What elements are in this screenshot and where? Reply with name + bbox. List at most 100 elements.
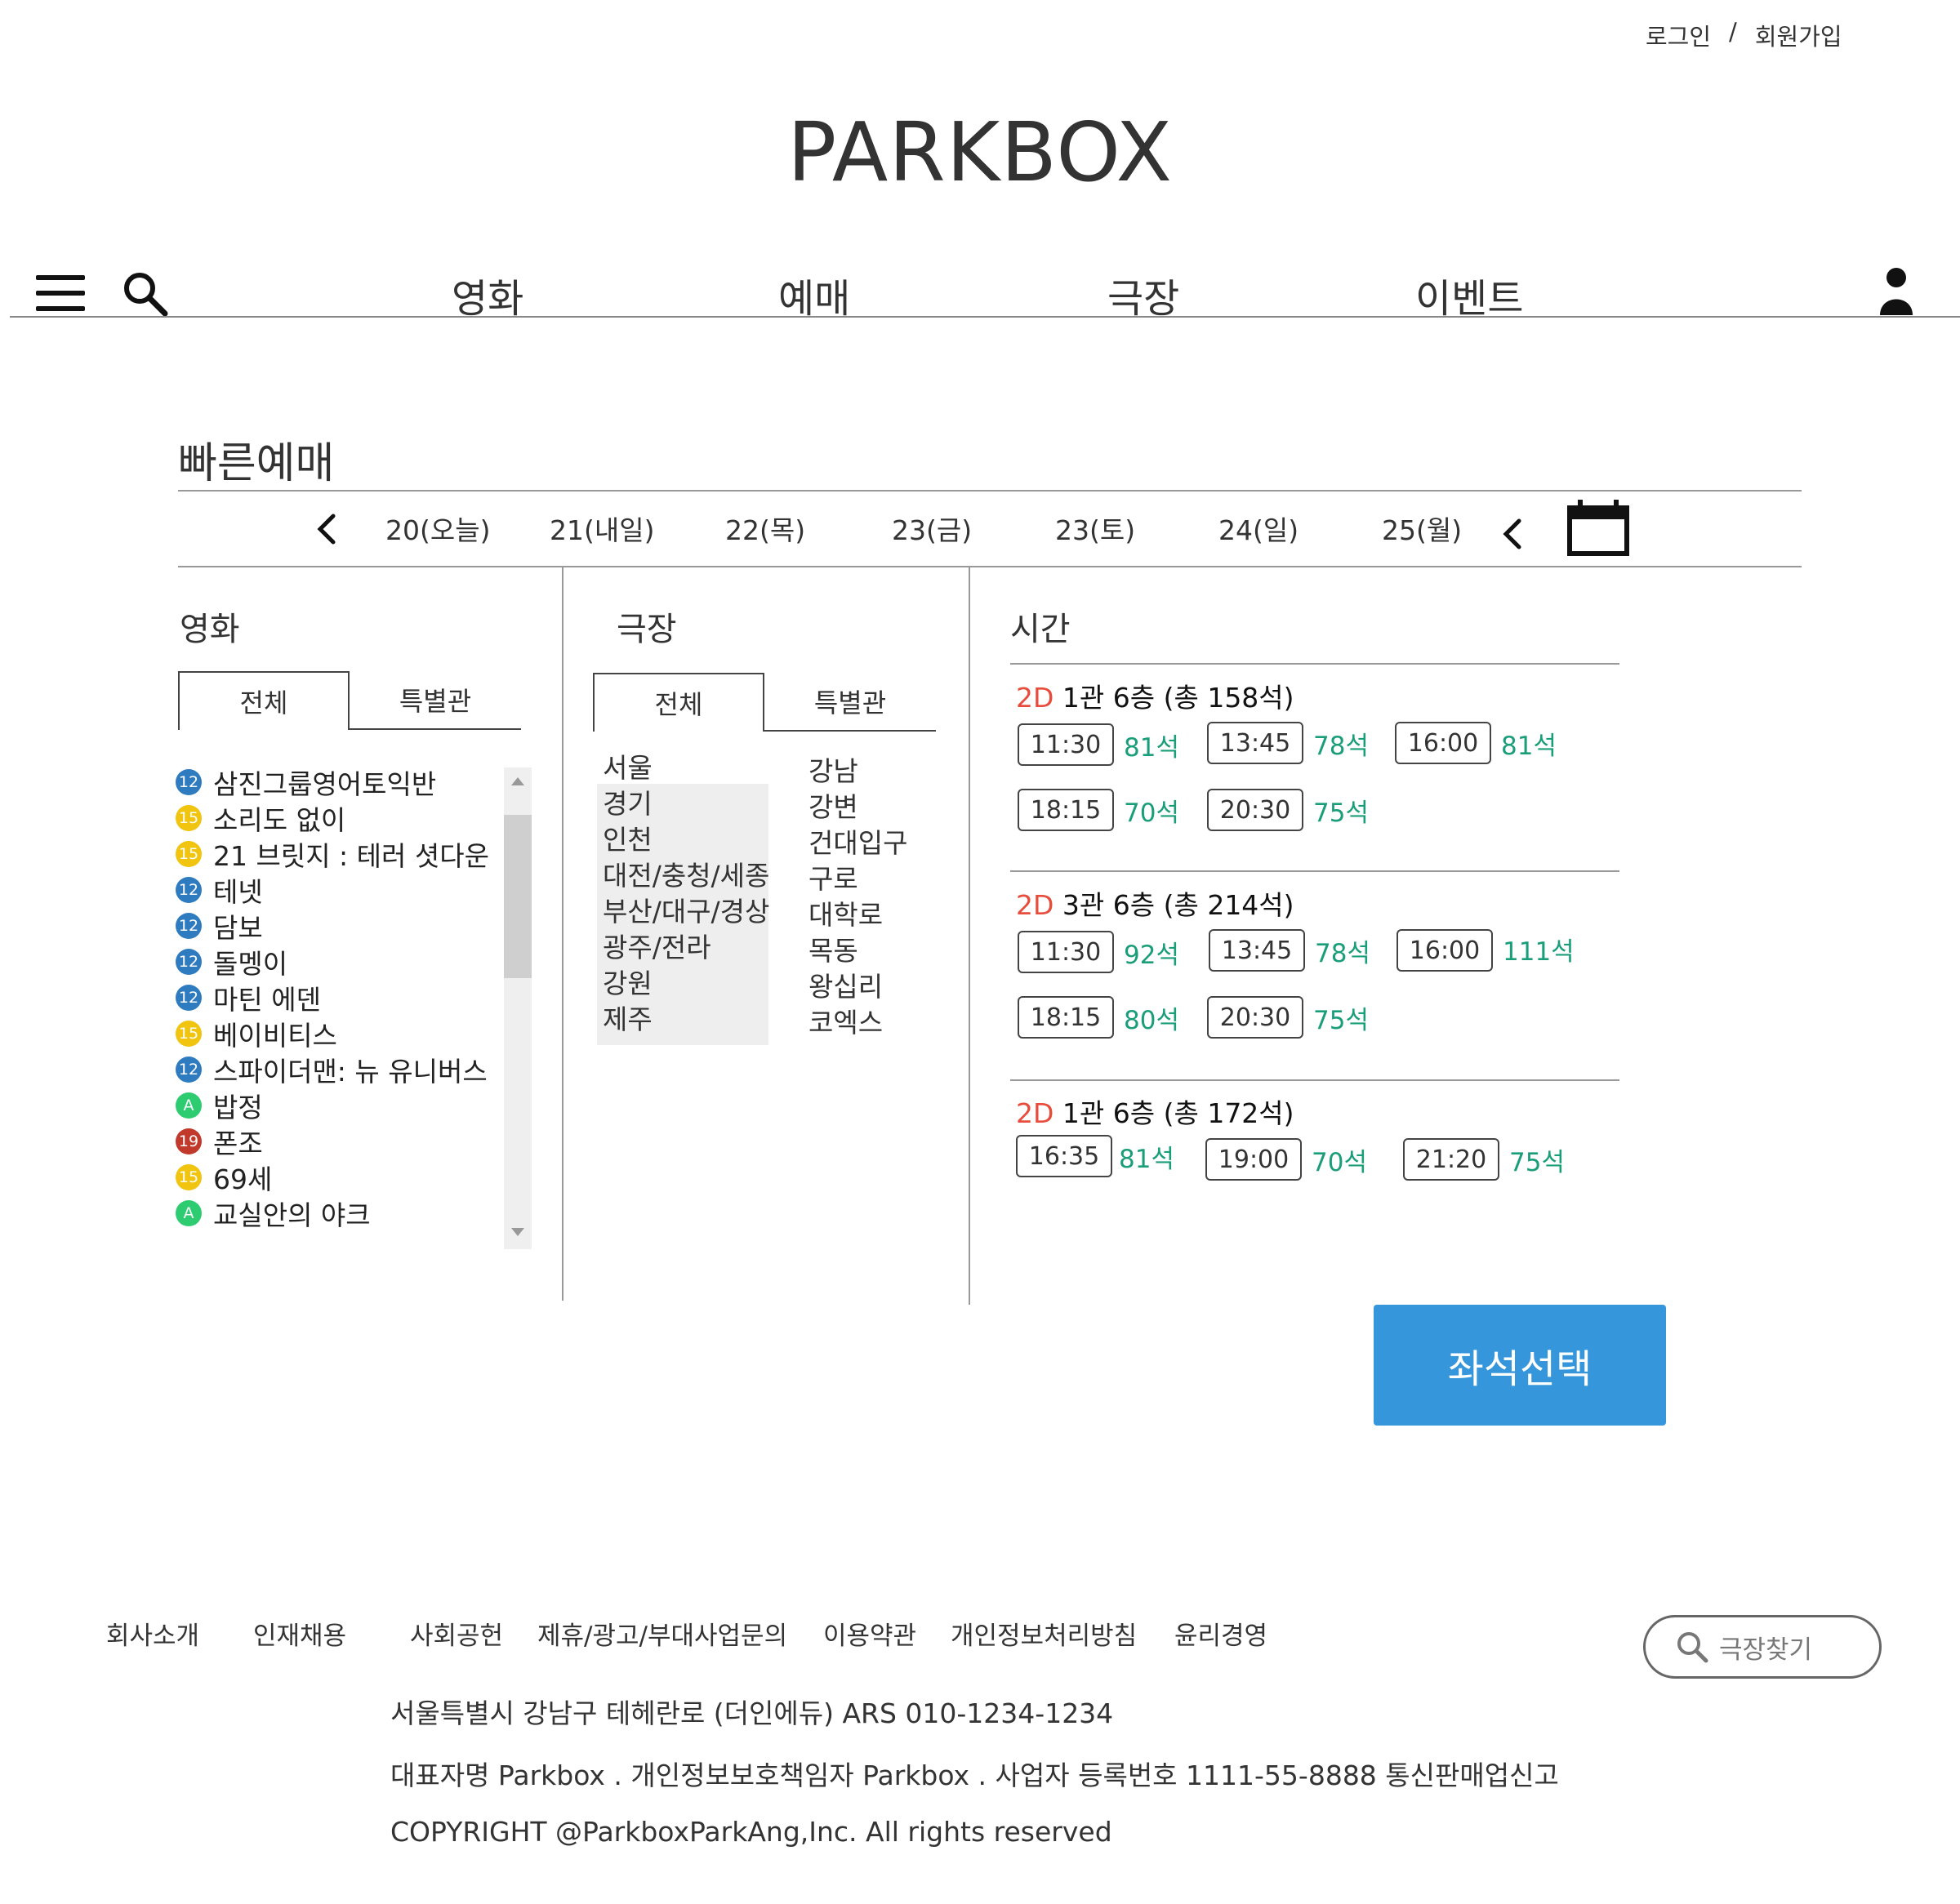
search-icon[interactable] bbox=[121, 269, 170, 318]
showtime-button[interactable]: 11:30 bbox=[1018, 723, 1114, 766]
format-label: 2D bbox=[1016, 1097, 1054, 1129]
time-divider bbox=[1010, 663, 1619, 665]
theater-item[interactable]: 목동 bbox=[808, 929, 858, 968]
menu-icon[interactable] bbox=[36, 275, 85, 311]
showtime-button[interactable]: 16:35 bbox=[1016, 1135, 1112, 1177]
date-item[interactable]: 23(토) bbox=[1055, 509, 1135, 548]
list-item[interactable]: A 밥정 bbox=[176, 1089, 263, 1123]
tab-theater-special[interactable]: 특별관 bbox=[764, 673, 936, 732]
showtime-button[interactable]: 11:30 bbox=[1018, 931, 1114, 973]
scroll-up-icon[interactable] bbox=[510, 776, 526, 787]
footer-link[interactable]: 인재채용 bbox=[253, 1615, 346, 1652]
footer-address: 서울특별시 강남구 테헤란로 (더인에듀) ARS 010-1234-1234 bbox=[390, 1697, 1114, 1729]
tab-theater-all[interactable]: 전체 bbox=[593, 673, 764, 732]
site-logo[interactable]: PARKBOX bbox=[0, 108, 1960, 198]
signup-link[interactable]: 회원가입 bbox=[1755, 18, 1842, 52]
region-item[interactable]: 강원 bbox=[603, 962, 653, 1001]
list-item[interactable]: 12 담보 bbox=[176, 910, 263, 944]
footer-link[interactable]: 이용약관 bbox=[823, 1615, 916, 1652]
list-item[interactable]: 12 테넷 bbox=[176, 874, 263, 908]
theater-item[interactable]: 강남 bbox=[808, 750, 858, 789]
column-divider bbox=[969, 567, 970, 1305]
date-item[interactable]: 22(목) bbox=[725, 509, 805, 548]
nav-events[interactable]: 이벤트 bbox=[1415, 266, 1523, 323]
region-item[interactable]: 서울 bbox=[603, 746, 653, 785]
rating-badge: 19 bbox=[176, 1128, 202, 1154]
showtime-button[interactable]: 20:30 bbox=[1207, 996, 1303, 1039]
hall-name: 3관 6층 (총 214석) bbox=[1062, 889, 1294, 921]
date-prev-icon[interactable] bbox=[310, 511, 343, 547]
date-item[interactable]: 21(내일) bbox=[550, 509, 654, 548]
footer-link[interactable]: 사회공헌 bbox=[410, 1615, 503, 1652]
showtime-button[interactable]: 18:15 bbox=[1018, 789, 1114, 831]
nav-movies[interactable]: 영화 bbox=[452, 266, 523, 323]
rating-badge: 15 bbox=[176, 1164, 202, 1190]
footer-link[interactable]: 윤리경영 bbox=[1174, 1615, 1267, 1652]
region-item[interactable]: 경기 bbox=[603, 782, 653, 821]
tab-movie-special[interactable]: 특별관 bbox=[350, 671, 521, 730]
list-item[interactable]: 12 돌멩이 bbox=[176, 945, 287, 980]
theater-item[interactable]: 건대입구 bbox=[808, 821, 907, 861]
nav-booking[interactable]: 예매 bbox=[778, 266, 850, 323]
movie-title: 교실안의 야크 bbox=[213, 1199, 371, 1231]
footer-link[interactable]: 개인정보처리방침 bbox=[951, 1615, 1137, 1652]
list-item[interactable]: A 교실안의 야크 bbox=[176, 1197, 371, 1231]
calendar-icon[interactable] bbox=[1566, 498, 1630, 557]
region-item[interactable]: 인천 bbox=[603, 818, 653, 857]
rating-badge: 15 bbox=[176, 841, 202, 867]
list-item[interactable]: 12 스파이더맨: 뉴 유니버스 bbox=[176, 1053, 488, 1088]
region-item[interactable]: 부산/대구/경상 bbox=[603, 890, 769, 929]
showtime-button[interactable]: 16:00 bbox=[1396, 929, 1493, 972]
seat-count: 81석 bbox=[1124, 733, 1179, 763]
list-item[interactable]: 12 삼진그룹영어토익반 bbox=[176, 766, 436, 800]
region-item[interactable]: 대전/충청/세종 bbox=[603, 854, 769, 893]
list-item[interactable]: 12 마틴 에덴 bbox=[176, 981, 321, 1016]
movie-title: 소리도 없이 bbox=[213, 804, 346, 836]
rating-badge: 15 bbox=[176, 1021, 202, 1047]
tab-movie-all[interactable]: 전체 bbox=[178, 671, 350, 730]
seat-count: 81석 bbox=[1501, 732, 1557, 761]
rating-badge: 12 bbox=[176, 913, 202, 939]
date-item[interactable]: 20(오늘) bbox=[385, 509, 490, 548]
showtime-button[interactable]: 13:45 bbox=[1209, 929, 1305, 972]
theater-item[interactable]: 코엑스 bbox=[808, 1001, 883, 1040]
rating-badge: 12 bbox=[176, 985, 202, 1011]
list-item[interactable]: 15 21 브릿지 : 테러 셧다운 bbox=[176, 838, 489, 872]
seat-count: 75석 bbox=[1313, 1006, 1369, 1035]
showtime-button[interactable]: 13:45 bbox=[1207, 722, 1303, 764]
date-item[interactable]: 23(금) bbox=[892, 509, 972, 548]
seat-count: 70석 bbox=[1124, 799, 1179, 828]
showtime-button[interactable]: 20:30 bbox=[1207, 789, 1303, 831]
date-item[interactable]: 25(월) bbox=[1382, 509, 1462, 548]
scrollbar-thumb[interactable] bbox=[504, 815, 532, 978]
footer-link[interactable]: 회사소개 bbox=[106, 1615, 199, 1652]
theater-item[interactable]: 왕십리 bbox=[808, 965, 883, 1004]
list-item[interactable]: 15 소리도 없이 bbox=[176, 802, 345, 836]
scroll-down-icon[interactable] bbox=[510, 1226, 526, 1238]
list-item[interactable]: 15 69세 bbox=[176, 1161, 272, 1195]
footer-link[interactable]: 제휴/광고/부대사업문의 bbox=[537, 1615, 787, 1652]
login-link[interactable]: 로그인 bbox=[1646, 18, 1711, 52]
hall-divider bbox=[1010, 1079, 1619, 1081]
movie-title: 밥정 bbox=[213, 1092, 263, 1123]
list-item[interactable]: 19 폰조 bbox=[176, 1125, 263, 1159]
nav-theaters[interactable]: 극장 bbox=[1107, 266, 1179, 323]
rating-badge: 12 bbox=[176, 949, 202, 975]
theater-item[interactable]: 강변 bbox=[808, 785, 858, 825]
theater-search-input[interactable]: 극장찾기 bbox=[1643, 1615, 1882, 1679]
region-item[interactable]: 제주 bbox=[603, 998, 653, 1037]
date-item[interactable]: 24(일) bbox=[1218, 509, 1298, 548]
showtime-button[interactable]: 18:15 bbox=[1018, 996, 1114, 1039]
movie-title: 21 브릿지 : 테러 셧다운 bbox=[213, 840, 489, 872]
showtime-button[interactable]: 16:00 bbox=[1395, 722, 1491, 764]
seat-select-button[interactable]: 좌석선택 bbox=[1374, 1305, 1666, 1426]
region-item[interactable]: 광주/전라 bbox=[603, 926, 711, 965]
showtime-button[interactable]: 19:00 bbox=[1205, 1138, 1302, 1181]
theater-item[interactable]: 대학로 bbox=[808, 893, 883, 932]
date-next-icon[interactable] bbox=[1496, 516, 1529, 552]
list-item[interactable]: 15 베이비티스 bbox=[176, 1017, 337, 1052]
showtime-button[interactable]: 21:20 bbox=[1403, 1138, 1499, 1181]
user-icon[interactable] bbox=[1878, 266, 1914, 315]
seat-count: 75석 bbox=[1313, 799, 1369, 828]
theater-item[interactable]: 구로 bbox=[808, 857, 858, 896]
